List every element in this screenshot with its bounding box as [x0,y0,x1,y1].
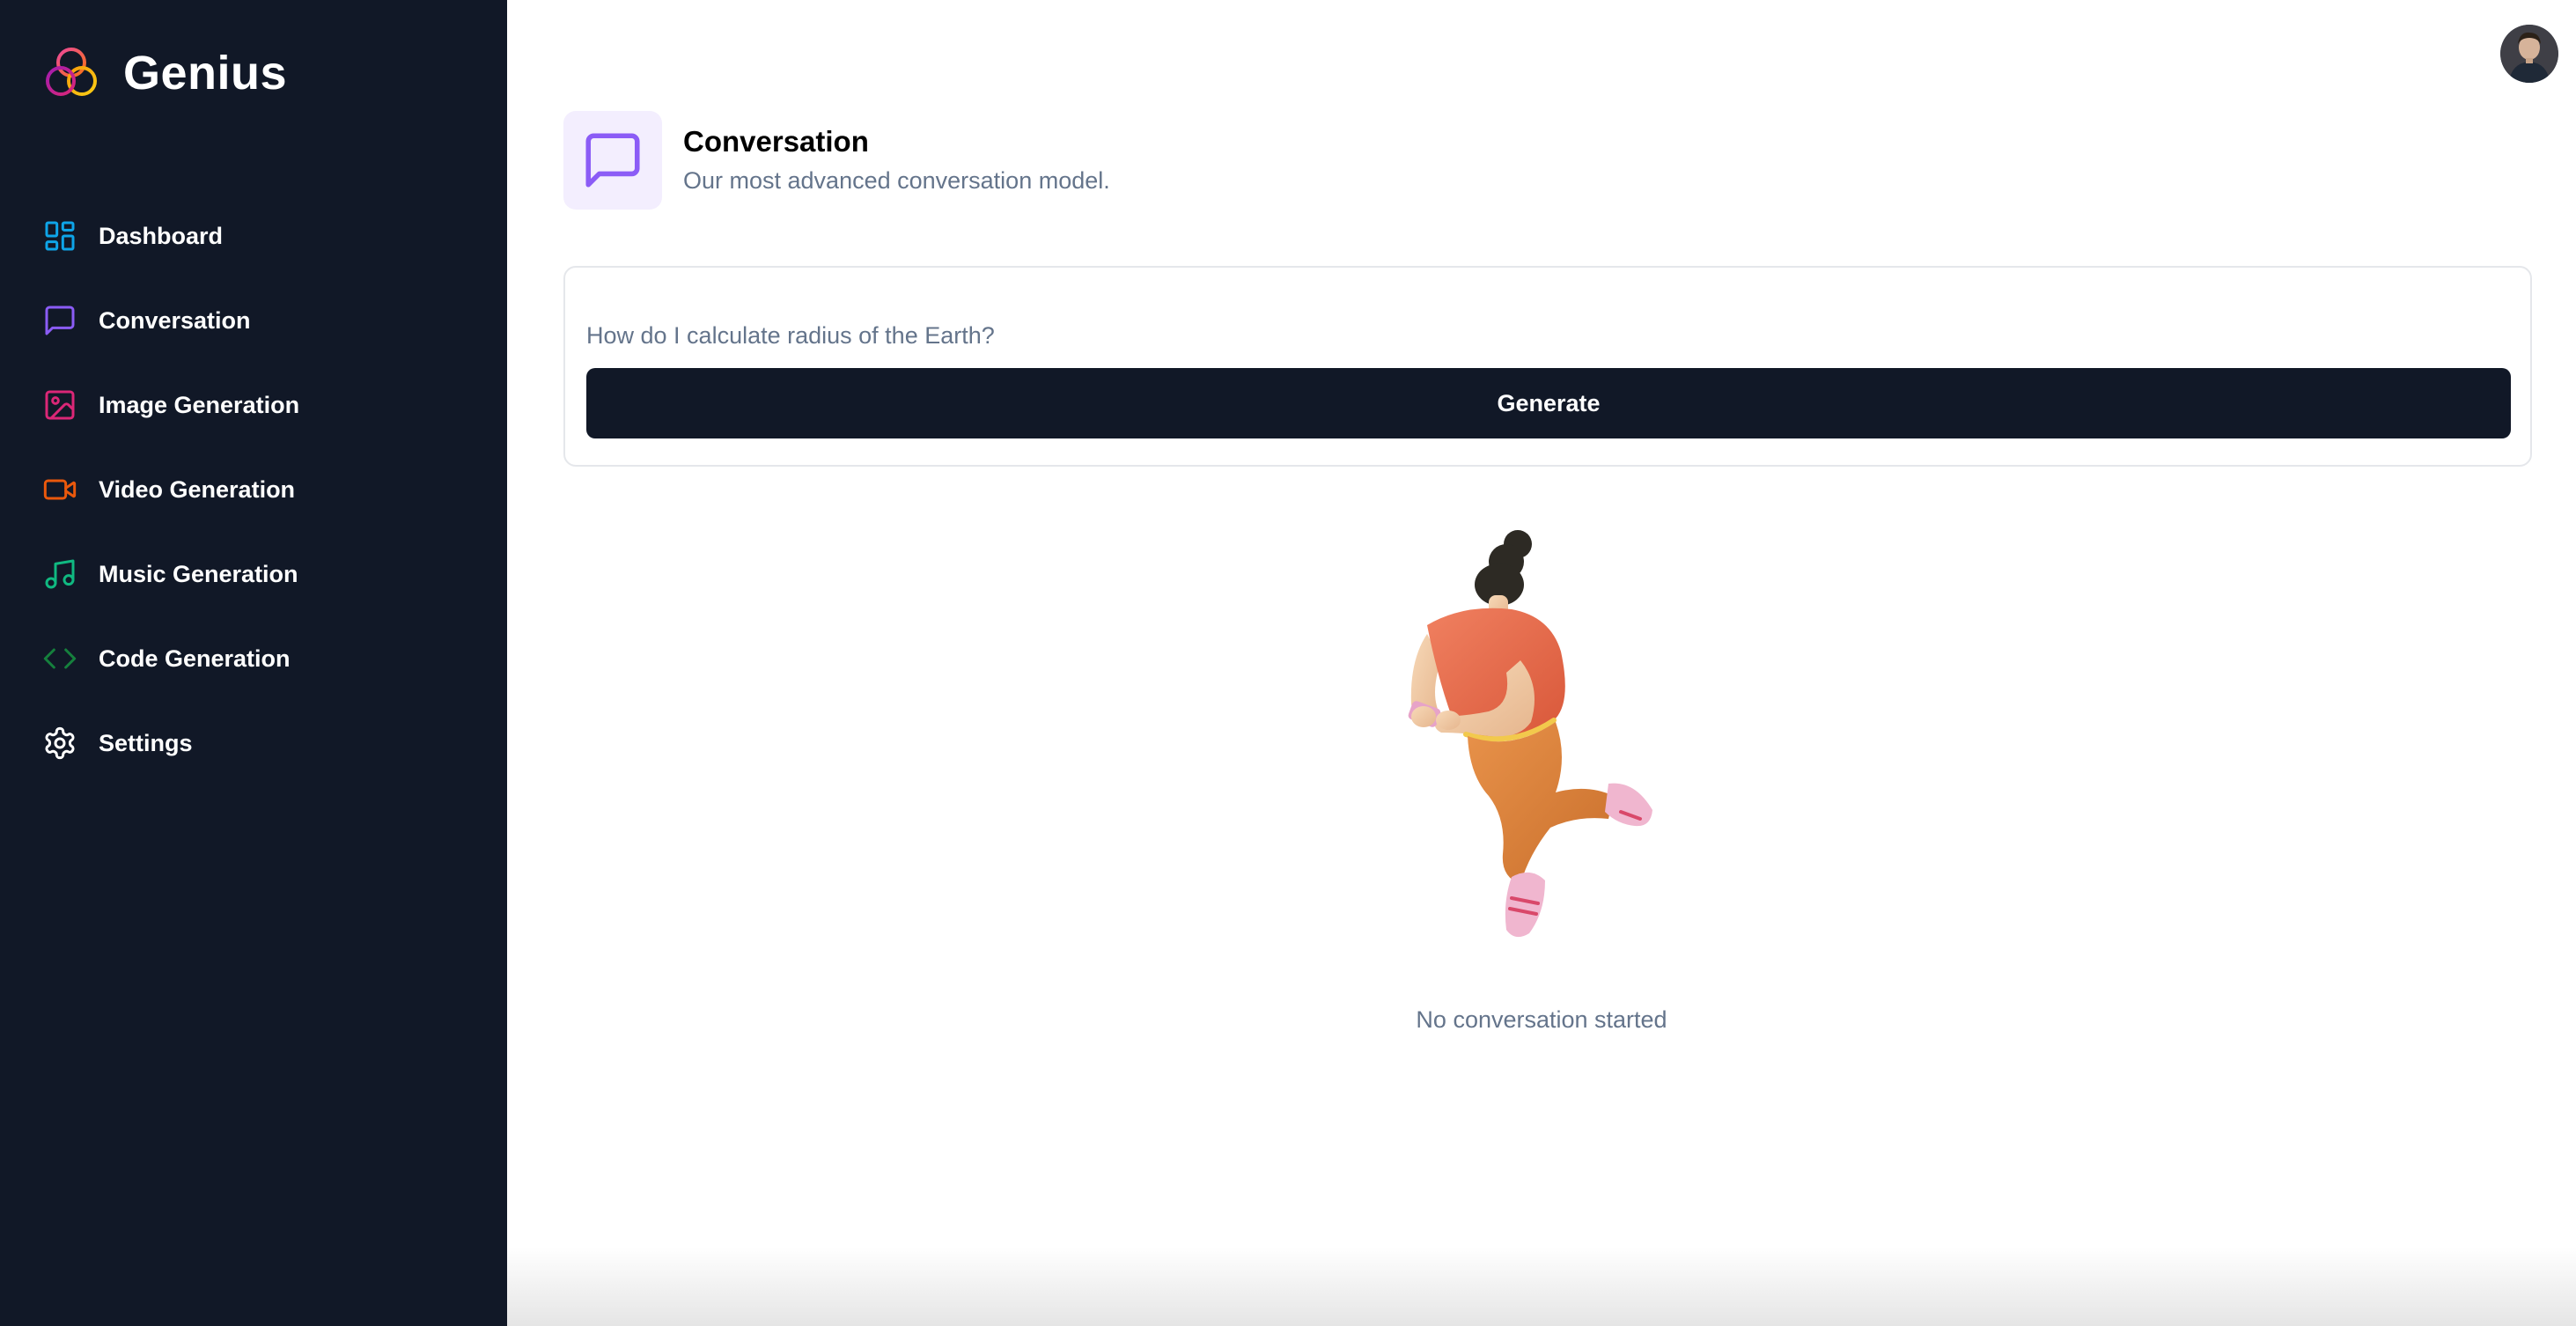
code-icon [42,641,77,676]
sidebar-item-conversation[interactable]: Conversation [21,285,486,356]
empty-state-illustration [1408,530,1652,938]
genius-logo-icon [46,48,97,96]
sidebar-item-settings[interactable]: Settings [21,708,486,778]
sidebar-item-video-generation[interactable]: Video Generation [21,454,486,525]
sidebar-item-label: Music Generation [99,561,298,587]
sidebar-item-image-generation[interactable]: Image Generation [21,370,486,440]
empty-state: No conversation started [507,528,2576,1035]
sidebar-nav: Dashboard Conversation Image Generation … [21,201,486,792]
heading-text: Conversation Our most advanced conversat… [683,124,1110,196]
main-content: Conversation Our most advanced conversat… [507,0,2576,1326]
video-icon [42,472,77,507]
sidebar-item-label: Settings [99,730,193,756]
prompt-input[interactable] [586,305,2511,366]
heading-icon-box [563,111,662,210]
generate-button[interactable]: Generate [586,368,2511,438]
brand-link[interactable]: Genius [40,42,287,104]
sidebar-item-music-generation[interactable]: Music Generation [21,539,486,609]
empty-state-text: No conversation started [1416,1006,1667,1033]
page-heading: Conversation Our most advanced conversat… [563,111,1110,210]
app-root: Genius Dashboard Conversation Image Gene… [0,0,2576,1326]
message-square-icon [585,133,640,188]
sidebar-item-label: Conversation [99,307,251,334]
sidebar-item-label: Code Generation [99,645,291,672]
bottom-shadow [507,1247,2576,1326]
layout-dashboard-icon [42,218,77,254]
sidebar-item-dashboard[interactable]: Dashboard [21,201,486,271]
page-description: Our most advanced conversation model. [683,167,1110,194]
avatar-photo-icon [2500,25,2558,83]
sidebar: Genius Dashboard Conversation Image Gene… [0,0,507,1326]
sidebar-item-label: Video Generation [99,476,296,503]
message-square-icon [42,303,77,338]
sidebar-item-code-generation[interactable]: Code Generation [21,623,486,694]
user-avatar[interactable] [2500,25,2558,83]
page-title: Conversation [683,125,869,158]
prompt-form: Generate [563,266,2532,467]
music-icon [42,556,77,592]
sidebar-item-label: Dashboard [99,223,224,249]
settings-icon [42,726,77,761]
sidebar-item-label: Image Generation [99,392,300,418]
image-icon [42,387,77,423]
brand-name: Genius [123,47,288,99]
